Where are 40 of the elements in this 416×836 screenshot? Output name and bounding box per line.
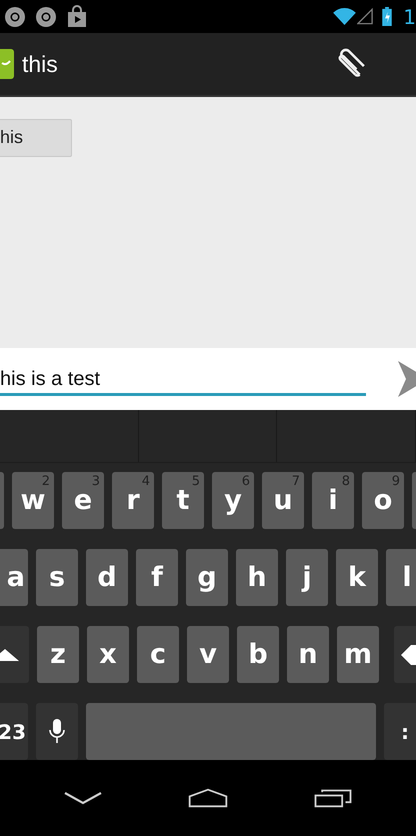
key[interactable]: n	[287, 626, 329, 683]
battery-icon	[382, 7, 392, 26]
key[interactable]: z	[37, 626, 79, 683]
key[interactable]: f	[136, 549, 178, 606]
key[interactable]: e 3	[62, 472, 104, 529]
key[interactable]: t 5	[162, 472, 204, 529]
key[interactable]: a	[0, 549, 28, 606]
signal-icon	[357, 8, 374, 25]
key[interactable]: v	[187, 626, 229, 683]
key[interactable]: g	[186, 549, 228, 606]
key[interactable]: l	[386, 549, 416, 606]
home-icon[interactable]	[188, 788, 228, 808]
key[interactable]: r 4	[112, 472, 154, 529]
message-bubble: his	[0, 119, 72, 157]
key[interactable]: w 2	[12, 472, 54, 529]
recent-apps-icon[interactable]	[313, 788, 354, 808]
wifi-icon	[333, 8, 356, 25]
function-key[interactable]: 23	[0, 703, 28, 760]
shopping-bag-icon	[65, 4, 89, 28]
key[interactable]: k	[336, 549, 378, 606]
key[interactable]: h	[236, 549, 278, 606]
key[interactable]: s	[36, 549, 78, 606]
conversation-title: this	[22, 50, 58, 78]
chrome-icon	[34, 4, 58, 28]
microphone-key[interactable]	[36, 703, 78, 760]
send-icon[interactable]	[398, 361, 416, 397]
key[interactable]: o 9	[362, 472, 404, 529]
key[interactable]: u 7	[262, 472, 304, 529]
key[interactable]: m	[337, 626, 379, 683]
key[interactable]: x	[87, 626, 129, 683]
key[interactable]: i 8	[312, 472, 354, 529]
key[interactable]: b	[237, 626, 279, 683]
microphone-icon	[49, 718, 65, 746]
chrome-icon	[3, 4, 27, 28]
clock: 1	[403, 4, 416, 28]
key[interactable]: c	[137, 626, 179, 683]
key[interactable]: y 6	[212, 472, 254, 529]
key[interactable]: d	[86, 549, 128, 606]
key[interactable]: j	[286, 549, 328, 606]
function-key[interactable]: :	[384, 703, 416, 760]
